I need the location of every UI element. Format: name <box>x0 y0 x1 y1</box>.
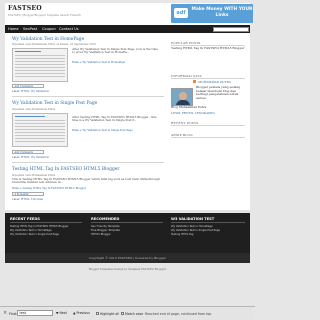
labels-links[interactable]: HTML, Tutorials <box>21 198 43 201</box>
ad-logo-icon: adf <box>174 8 188 18</box>
footer-recommended-item[interactable]: Seo Friendly Template <box>91 225 120 228</box>
nav-item-coupon[interactable]: Coupon <box>42 26 56 32</box>
footer-recommended-title: RECOMENDED <box>91 217 120 221</box>
post-labels-1: Label: HTML, Wy Validation <box>12 90 49 93</box>
footer-validation-item[interactable]: Wy Validation Test in HomePage <box>171 225 213 228</box>
labels-prefix: Label: <box>12 90 21 93</box>
post-comments-1[interactable]: Add Comments <box>12 84 44 88</box>
find-next-button[interactable]: ▼ Next <box>56 311 67 317</box>
page: FASTSEO FASTSEO | Blogger/Blogspot Templ… <box>0 0 255 320</box>
post-labels-2: Label: HTML, Wy Validation <box>12 156 49 159</box>
post-thumbnail-2[interactable] <box>12 113 68 147</box>
nav-search-input[interactable] <box>213 26 249 32</box>
site-header: FASTSEO FASTSEO | Blogger/Blogspot Templ… <box>5 3 253 25</box>
footer-recent-feeds-title: RECENT FEEDS <box>10 217 40 221</box>
highlight-all-toggle[interactable]: Highlight all <box>96 312 119 316</box>
site-logo[interactable]: FASTSEO <box>8 5 42 12</box>
nav-item-seopost[interactable]: SeoPost <box>23 26 37 32</box>
footer-widgets: RECENT FEEDS Testing HTML Tag In FASTSEO… <box>5 213 250 253</box>
labels-prefix: Label: <box>12 198 21 201</box>
sidebar-view-profile-link[interactable]: LIHAT PROFIL LENGKAPKU <box>171 111 215 115</box>
post-read-more-3[interactable]: Buka ➜ Testing HTML Tag In FASTSEO HTML5… <box>12 187 86 190</box>
labels-links[interactable]: HTML, Wy Validation <box>21 156 49 159</box>
checkbox-icon <box>121 311 124 315</box>
match-case-label: Match case <box>125 311 144 316</box>
post-title-3[interactable]: Testing HTML Tag In FASTSEO HTML5 Blogge… <box>12 167 120 172</box>
header-ad-banner[interactable]: adf Make Money WITH YOUR Links <box>171 4 253 23</box>
footer-recommended-item[interactable]: Free Blogger Template <box>91 229 120 232</box>
main-nav: Home SeoPost Coupon Contact Us <box>5 25 250 33</box>
footer-copyright: Copyright © 2010 FASTSEO | Powered by Bl… <box>5 253 250 263</box>
sidebar-profile-link[interactable]: Blog Muhammad Putra <box>171 105 206 110</box>
post-excerpt-3: This is Testing HTML Tag In FASTSEO HTML… <box>12 177 161 185</box>
post-title-1[interactable]: Wy Validation Test in HomePage <box>12 37 84 42</box>
close-icon[interactable]: × <box>3 310 7 316</box>
find-next-label: Next <box>59 310 67 315</box>
nav-item-contact[interactable]: Contact Us <box>59 26 79 32</box>
nav-item-home[interactable]: Home <box>8 26 19 32</box>
post-title-2[interactable]: Wy Validation Test in Single Post Page <box>12 101 97 106</box>
site-tagline: FASTSEO | Blogger/Blogspot Template Sear… <box>8 14 81 17</box>
find-status-text: Reached end of page, continued from top <box>145 311 212 316</box>
labels-links[interactable]: HTML, Wy Validation <box>21 90 49 93</box>
footer-recommended-item[interactable]: HTML5 Blogger <box>91 233 111 236</box>
highlight-all-label: Highlight all <box>100 311 120 316</box>
footer-validation-item[interactable]: Testing HTML Tag <box>171 233 193 236</box>
post-comments-3[interactable]: 4 Komentar <box>12 192 44 196</box>
footer-validation-item[interactable]: Wy Validation Test in Single Post Page <box>171 229 220 232</box>
avatar[interactable] <box>171 88 193 106</box>
browser-find-bar: × Find: test ▼ Next ▲ Previous Highlight… <box>0 306 255 320</box>
post-meta-2: Diposkan oleh Muhammad Putra <box>12 108 56 111</box>
post-thumbnail-1[interactable] <box>12 48 68 82</box>
footer-feed-item[interactable]: Testing HTML Tag In FASTSEO HTML5 Blogge… <box>10 225 69 228</box>
post-read-more-2[interactable]: Buka ➜ Wy Validation Test in Single Post… <box>72 129 133 132</box>
footer-feed-item[interactable]: Wy Validation Test in Single Post Page <box>10 233 59 236</box>
sidebar-popular-item[interactable]: Testing HTML Tag In FASTSEO HTML5 Blogge… <box>171 46 245 51</box>
ad-text: Make Money WITH YOUR Links <box>191 7 253 18</box>
post-excerpt-2: After Testing HTML Tag In FASTSEO HTML5 … <box>72 115 157 123</box>
find-input[interactable]: test <box>17 310 53 316</box>
find-label: Find: <box>9 311 18 316</box>
find-previous-label: Previous <box>76 310 90 315</box>
user-icon <box>193 80 196 83</box>
footer-feed-item[interactable]: Wy Validation Test in HomePage <box>10 229 52 232</box>
post-read-more-1[interactable]: Buka ➜ Wy Validation Test in HomePage <box>72 61 125 64</box>
find-previous-button[interactable]: ▲ Previous <box>73 311 90 317</box>
footer-credit: Blogger Templates Design by Template FAS… <box>88 268 167 271</box>
match-case-checkbox[interactable]: Match case <box>121 312 143 316</box>
checkbox-icon <box>96 311 99 315</box>
post-meta-1: Diposkan oleh Muhammad Putra on Kamis, 1… <box>12 43 96 46</box>
sidebar-user-name[interactable]: MUHAMMAD PUTRA <box>198 80 231 84</box>
post-excerpt-1: After Wy Validation Test in Single Post … <box>72 47 158 55</box>
labels-prefix: Label: <box>12 156 21 159</box>
footer-validation-title: W3 VALIDATION TEST <box>171 217 215 221</box>
post-labels-3: Label: HTML, Tutorials <box>12 198 43 201</box>
post-comments-2[interactable]: Add Comments <box>12 150 44 154</box>
sidebar-about-text: Blogger pemula yang sedang belajar membu… <box>196 85 241 100</box>
